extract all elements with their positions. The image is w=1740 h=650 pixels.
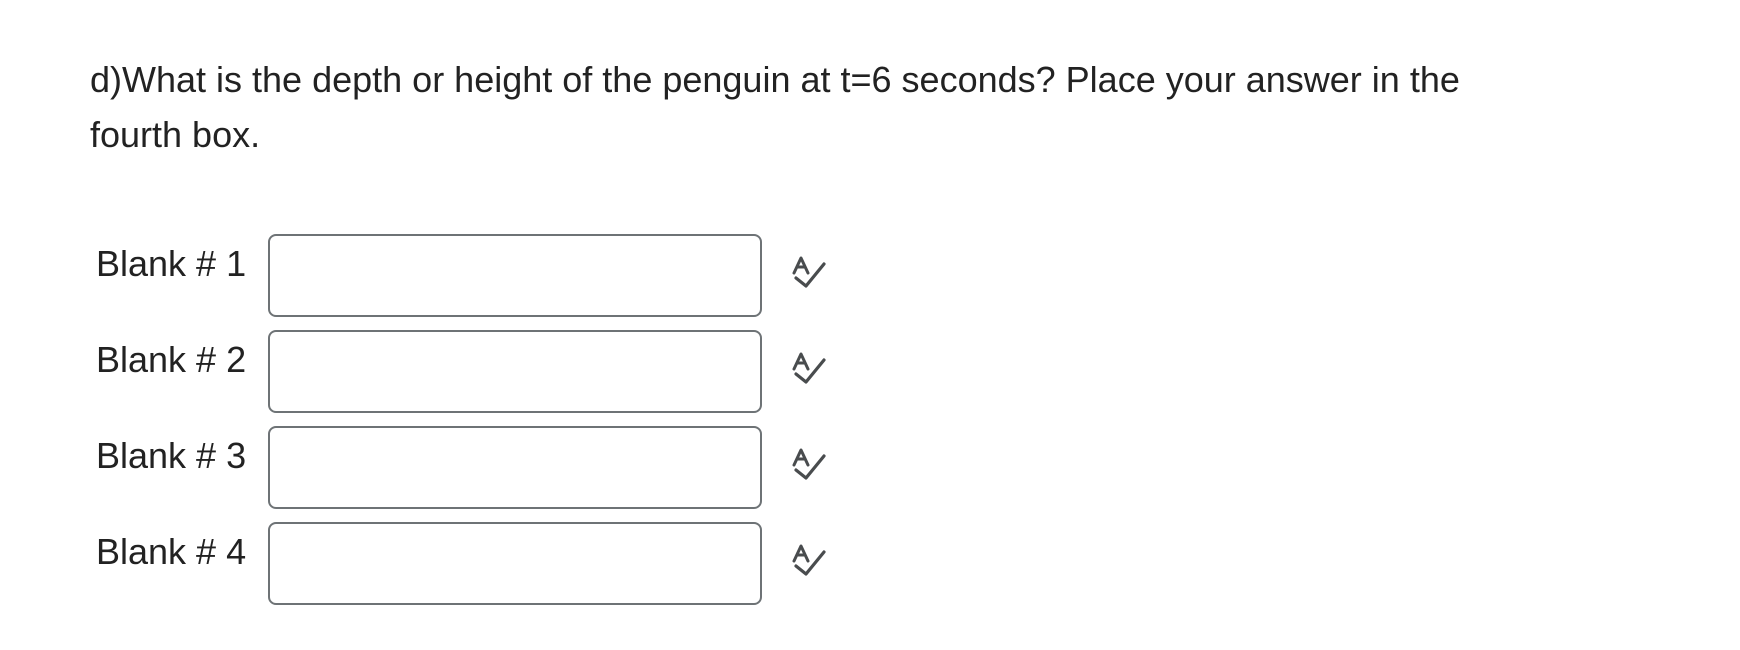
blank-input-3[interactable] xyxy=(268,426,762,509)
blank-input-1[interactable] xyxy=(268,234,762,317)
blank-label-4: Blank # 4 xyxy=(96,531,247,572)
question-text: d)What is the depth or height of the pen… xyxy=(90,59,1460,155)
blank-input-4[interactable] xyxy=(268,522,762,605)
blank-row-2: Blank # 2 xyxy=(0,330,1000,414)
spell-check-icon[interactable] xyxy=(788,352,828,392)
spell-check-icon[interactable] xyxy=(788,448,828,488)
blank-row-3: Blank # 3 xyxy=(0,426,1000,510)
blank-row-4: Blank # 4 xyxy=(0,522,1000,606)
spell-check-icon[interactable] xyxy=(788,544,828,584)
blank-label-1: Blank # 1 xyxy=(96,243,247,284)
spell-check-icon[interactable] xyxy=(788,256,828,296)
blank-label-2: Blank # 2 xyxy=(96,339,247,380)
blank-input-2[interactable] xyxy=(268,330,762,413)
blank-label-3: Blank # 3 xyxy=(96,435,247,476)
blank-row-1: Blank # 1 xyxy=(0,234,1000,318)
